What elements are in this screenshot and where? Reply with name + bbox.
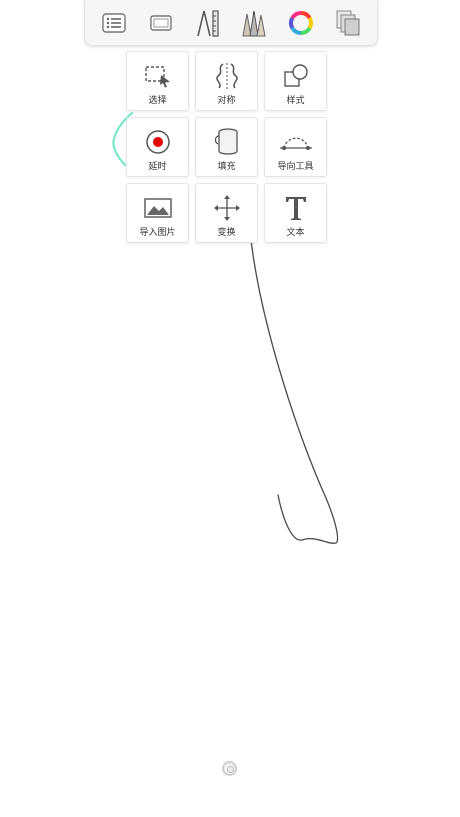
tool-label: 文本 [286,228,305,238]
tool-import-image[interactable]: 导入图片 [126,183,189,243]
ink-stroke [250,239,339,544]
tool-transform[interactable]: 变换 [195,183,258,243]
tool-label: 导入图片 [139,228,176,238]
transform-move-icon [213,195,240,221]
ruler-pen-button[interactable] [189,4,227,42]
text-icon [285,197,306,220]
ruler-pen-icon [196,9,219,37]
canvas-button[interactable] [142,4,180,42]
selection-icon [144,66,170,88]
canvas-frame-icon [150,14,172,31]
brush-library-button[interactable] [235,4,273,42]
tool-label: 导向工具 [277,162,314,172]
tool-symmetry[interactable]: 对称 [195,51,258,111]
tool-style[interactable]: 样式 [264,51,327,111]
tool-label: 样式 [286,96,305,106]
top-toolbar [84,0,378,46]
tool-select[interactable]: 选择 [126,51,189,111]
tool-label: 对称 [217,96,236,106]
home-button[interactable] [222,761,237,776]
brush-library-icon [242,10,266,36]
time-lapse-record-icon [145,130,170,154]
layers-icon [336,10,360,35]
tool-time-lapse[interactable]: 延时 [126,117,189,177]
list-button[interactable] [95,4,133,42]
tool-fill[interactable]: 填充 [195,117,258,177]
tool-label: 变换 [217,228,236,238]
tool-label: 延时 [148,162,167,172]
tool-guide[interactable]: 导向工具 [264,117,327,177]
shape-style-icon [283,64,308,87]
color-button[interactable] [282,4,320,42]
import-image-icon [143,198,172,218]
guide-curve-icon [279,137,312,150]
fill-bucket-icon [214,128,238,155]
tool-label: 填充 [217,162,236,172]
tool-label: 选择 [148,96,167,106]
symmetry-icon [215,63,238,89]
layers-button[interactable] [329,4,367,42]
tool-text[interactable]: 文本 [264,183,327,243]
color-wheel-icon [288,10,313,35]
list-icon [102,12,127,33]
